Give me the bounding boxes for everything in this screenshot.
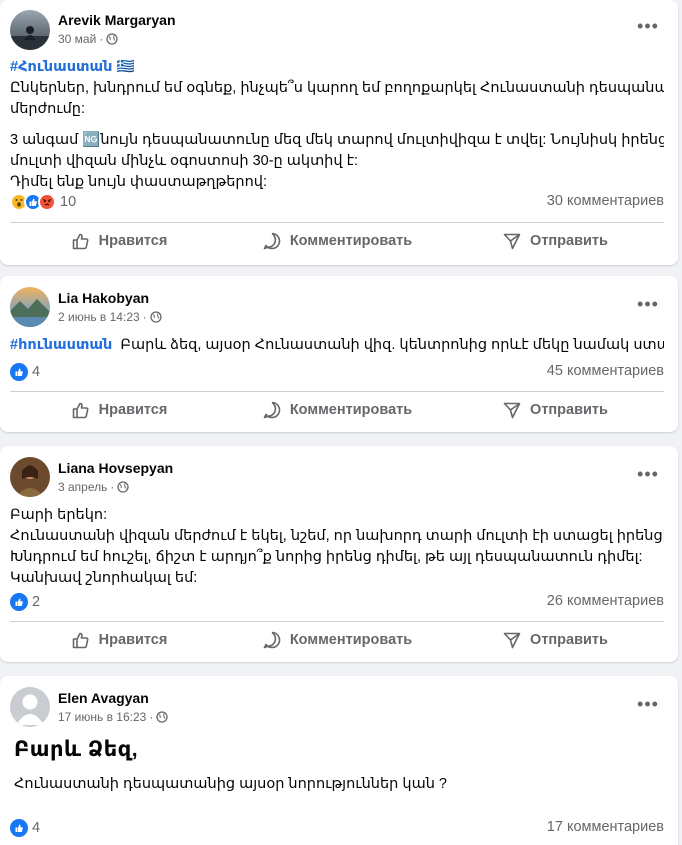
post-line: Ընկերներ, խնդրում եմ օգնեք, ինչպե՞ս կարո…: [10, 80, 664, 96]
hashtag-link[interactable]: #Հունաստան 🇬🇷: [10, 59, 135, 75]
hashtag-link[interactable]: #հունաստան: [10, 337, 112, 353]
post-text: #Հունաստան 🇬🇷 Ընկերներ, խնդրում եմ օգնեք…: [10, 57, 664, 193]
post-card: Elen Avagyan 17 июнь в 16:23 · ••• Բարև …: [0, 676, 678, 845]
more-options-icon[interactable]: •••: [636, 292, 660, 316]
like-button[interactable]: Нравится: [10, 223, 228, 259]
share-button[interactable]: Отправить: [446, 223, 664, 259]
like-label: Нравится: [98, 233, 168, 249]
like-icon: [10, 819, 28, 837]
comment-button[interactable]: Комментировать: [228, 223, 446, 259]
avatar[interactable]: [10, 287, 50, 327]
post-card: Liana Hovsepyan 3 апрель · ••• Բարի երեկ…: [0, 446, 678, 662]
post-line: Խնդրում եմ հուշել, ճիշտ է արդյո՞ք նորից …: [10, 549, 643, 565]
send-icon: [503, 632, 521, 649]
comments-count-link[interactable]: 17 комментариев: [547, 819, 664, 835]
globe-icon: [117, 481, 130, 493]
like-button[interactable]: Нравится: [10, 622, 228, 658]
comment-label: Комментировать: [289, 632, 413, 648]
comment-icon: [263, 631, 281, 649]
more-options-icon[interactable]: •••: [636, 462, 660, 486]
comments-count-link[interactable]: 30 комментариев: [547, 193, 664, 209]
post-card: Arevik Margaryan 30 май · ••• #Հունաստան…: [0, 0, 678, 265]
avatar[interactable]: [10, 457, 50, 497]
post-meta: 2 июнь в 14:23 ·: [58, 310, 162, 324]
more-options-icon[interactable]: •••: [636, 14, 660, 38]
thumbs-up-icon: [72, 233, 89, 250]
share-button[interactable]: Отправить: [446, 392, 664, 428]
comments-count-link[interactable]: 26 комментариев: [547, 593, 664, 609]
post-line: մերժումը:: [10, 101, 86, 117]
send-icon: [503, 233, 521, 250]
share-label: Отправить: [530, 233, 608, 249]
post-actions: Нравится Комментировать Отправить: [10, 622, 664, 658]
post-line: Բարի երեկո:: [10, 507, 108, 523]
author-name[interactable]: Lia Hakobyan: [58, 290, 149, 306]
reaction-count: 4: [32, 820, 41, 836]
reaction-count: 2: [32, 594, 41, 610]
post-date[interactable]: 3 апрель: [58, 480, 107, 494]
post-header: Lia Hakobyan 2 июнь в 14:23 · •••: [0, 276, 678, 328]
like-button[interactable]: Нравится: [10, 392, 228, 428]
author-name[interactable]: Liana Hovsepyan: [58, 460, 173, 476]
post-line: Հունաստանի դեսպատանից այսօր նորություննե…: [14, 776, 447, 792]
post-actions: Нравится Комментировать Отправить: [10, 223, 664, 259]
globe-icon: [106, 33, 118, 45]
globe-icon: [156, 711, 168, 723]
reactions-summary[interactable]: 4: [10, 817, 40, 839]
author-name[interactable]: Arevik Margaryan: [58, 12, 176, 28]
avatar[interactable]: [10, 10, 50, 50]
globe-icon: [150, 311, 162, 323]
post-header: Liana Hovsepyan 3 апрель · •••: [0, 446, 678, 498]
comment-button[interactable]: Комментировать: [228, 622, 446, 658]
like-label: Нравится: [98, 402, 168, 418]
thumbs-up-icon: [72, 632, 89, 649]
post-line-empty: [10, 120, 664, 130]
post-line: Բարև ձեզ, այսօր Հունաստանի վիզ. կենտրոնի…: [120, 337, 664, 353]
post-date[interactable]: 17 июнь в 16:23: [58, 710, 146, 724]
like-icon: [10, 593, 28, 611]
reaction-count: 4: [32, 364, 41, 380]
post-title: Բարև Ձեզ,: [14, 738, 139, 761]
comment-icon: [263, 232, 281, 250]
post-meta: 30 май ·: [58, 32, 118, 46]
angry-icon: [38, 193, 56, 211]
send-icon: [503, 402, 521, 419]
thumbs-up-icon: [72, 402, 89, 419]
reactions-summary[interactable]: 2: [10, 591, 40, 613]
post-meta: 17 июнь в 16:23 ·: [58, 710, 168, 724]
post-date[interactable]: 2 июнь в 14:23: [58, 310, 140, 324]
post-line: Հունաստանի վիզան մերժում է եկել, նշեմ, ո…: [10, 528, 664, 544]
comments-count-link[interactable]: 45 комментариев: [547, 363, 664, 379]
more-options-icon[interactable]: •••: [636, 692, 660, 716]
post-text: Բարև Ձեզ, Հունաստանի դեսպատանից այսօր նո…: [14, 736, 664, 795]
avatar[interactable]: [10, 687, 50, 727]
reactions-summary[interactable]: 10: [10, 191, 76, 213]
post-line: Դիմել ենք նույն փաստաթղթերով:: [10, 174, 267, 190]
post-text: Բարի երեկո: Հունաստանի վիզան մերժում է ե…: [10, 505, 664, 589]
post-line: Կանխավ շնորհակալ եմ:: [10, 570, 198, 586]
post-line: մուլտի վիզան մինչև օգոստոսի 30-ը ակտիվ է…: [10, 153, 359, 169]
author-name[interactable]: Elen Avagyan: [58, 690, 149, 706]
share-label: Отправить: [530, 632, 608, 648]
post-header: Arevik Margaryan 30 май · •••: [0, 0, 678, 52]
share-label: Отправить: [530, 402, 608, 418]
post-actions: Нравится Комментировать Отправить: [10, 392, 664, 428]
post-header: Elen Avagyan 17 июнь в 16:23 · •••: [0, 676, 678, 728]
reaction-count: 10: [60, 194, 77, 210]
comment-icon: [263, 401, 281, 419]
post-card: Lia Hakobyan 2 июнь в 14:23 · ••• #հունա…: [0, 276, 678, 432]
post-text: #հունաստան Բարև ձեզ, այսօր Հունաստանի վի…: [10, 335, 664, 356]
comment-label: Комментировать: [289, 233, 413, 249]
comment-button[interactable]: Комментировать: [228, 392, 446, 428]
share-button[interactable]: Отправить: [446, 622, 664, 658]
post-line: 3 անգամ 🆖նույն դեսպանատունը մեզ մեկ տարո…: [10, 132, 664, 148]
comment-label: Комментировать: [289, 402, 413, 418]
post-meta: 3 апрель ·: [58, 480, 130, 494]
like-label: Нравится: [98, 632, 168, 648]
reactions-summary[interactable]: 4: [10, 361, 40, 383]
post-date[interactable]: 30 май: [58, 32, 96, 46]
like-icon: [10, 363, 28, 381]
